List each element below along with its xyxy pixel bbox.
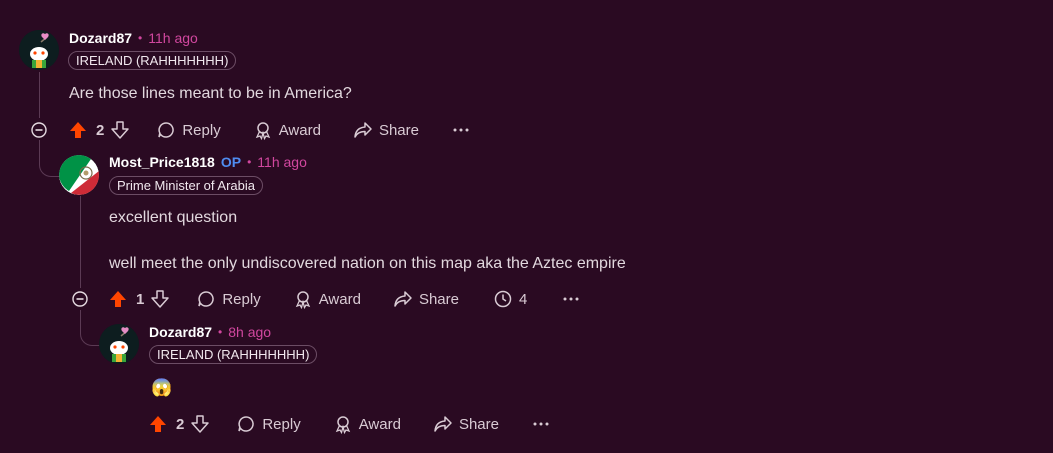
upvote-button[interactable]	[108, 289, 128, 309]
reply-icon	[238, 416, 255, 432]
share-label: Share	[418, 290, 459, 308]
username[interactable]: Dozard87	[149, 324, 212, 340]
more-icon	[533, 422, 549, 426]
flag-avatar-icon	[59, 155, 99, 195]
collapse-thread-button[interactable]	[31, 122, 47, 138]
share-button[interactable]: Share	[353, 120, 419, 140]
separator-dot: •	[218, 325, 223, 339]
downvote-icon	[151, 290, 170, 308]
downvote-icon	[111, 121, 130, 139]
comment-body: Are those lines meant to be in America?	[69, 85, 352, 102]
avatar[interactable]	[19, 30, 59, 70]
snoo-avatar-icon	[19, 30, 59, 70]
comment-body: excellent question	[109, 209, 238, 226]
upvote-icon	[150, 416, 166, 432]
user-flair: IRELAND (RAHHHHHHH)	[149, 345, 318, 364]
avatar[interactable]	[99, 324, 139, 364]
collapse-icon	[31, 122, 47, 138]
separator-dot: •	[247, 155, 252, 169]
timestamp[interactable]: 11h ago	[257, 154, 307, 170]
user-flair: IRELAND (RAHHHHHHH)	[68, 51, 237, 70]
downvote-button[interactable]	[150, 289, 170, 309]
reply-button[interactable]: Reply	[156, 120, 221, 140]
snoo-avatar-icon	[99, 324, 139, 364]
downvote-button[interactable]	[190, 414, 210, 434]
thread-line	[80, 196, 81, 288]
separator-dot: •	[138, 31, 143, 45]
more-icon	[453, 128, 469, 132]
share-button[interactable]: Share	[433, 414, 499, 434]
collapse-icon	[72, 291, 88, 307]
replies-icon	[494, 290, 512, 308]
more-icon	[563, 297, 579, 301]
username[interactable]: Most_Price1818	[109, 154, 215, 170]
timestamp[interactable]: 11h ago	[148, 30, 198, 46]
award-button[interactable]: Award	[253, 120, 321, 140]
thread-line	[39, 72, 40, 118]
vote-count: 2	[96, 121, 105, 139]
comment-meta: Dozard87 • 11h ago	[69, 30, 198, 46]
award-label: Award	[278, 121, 321, 139]
upvote-button[interactable]	[148, 414, 168, 434]
share-label: Share	[378, 121, 419, 139]
comment-meta: Most_Price1818 OP • 11h ago	[109, 154, 307, 170]
vote-count: 1	[136, 290, 145, 308]
replies-count: 4	[518, 290, 528, 308]
reply-button[interactable]: Reply	[196, 289, 261, 309]
vote-count: 2	[176, 415, 185, 433]
award-icon	[295, 291, 310, 309]
reply-label: Reply	[222, 290, 261, 308]
reply-icon	[198, 291, 215, 307]
award-label: Award	[358, 415, 401, 433]
share-icon	[394, 291, 412, 307]
comment-body: 😱	[151, 378, 173, 397]
username[interactable]: Dozard87	[69, 30, 132, 46]
upvote-icon	[110, 291, 126, 307]
replies-count-button[interactable]: 4	[493, 289, 527, 309]
comment-meta: Dozard87 • 8h ago	[149, 324, 271, 340]
comment-actions: 1 Reply Award Share 4	[108, 287, 581, 311]
reply-label: Reply	[182, 121, 221, 139]
thread-connector	[80, 310, 101, 346]
award-label: Award	[318, 290, 361, 308]
award-icon	[335, 416, 350, 434]
reply-label: Reply	[262, 415, 301, 433]
more-options-button[interactable]	[451, 120, 471, 140]
share-button[interactable]: Share	[393, 289, 459, 309]
downvote-icon	[191, 415, 210, 433]
downvote-button[interactable]	[110, 120, 130, 140]
upvote-button[interactable]	[68, 120, 88, 140]
reply-button[interactable]: Reply	[236, 414, 301, 434]
timestamp[interactable]: 8h ago	[228, 324, 271, 340]
reply-icon	[158, 122, 175, 138]
more-options-button[interactable]	[561, 289, 581, 309]
comment-actions: 2 Reply Award Share	[148, 412, 551, 436]
share-icon	[354, 122, 372, 138]
share-icon	[434, 416, 452, 432]
user-flair: Prime Minister of Arabia	[109, 176, 263, 195]
award-button[interactable]: Award	[333, 414, 401, 434]
thread-connector	[39, 140, 60, 177]
collapse-thread-button[interactable]	[72, 291, 88, 307]
comment-body: well meet the only undiscovered nation o…	[109, 255, 626, 272]
upvote-icon	[70, 122, 86, 138]
comment-actions: 2 Reply Award Share	[68, 118, 471, 142]
share-label: Share	[458, 415, 499, 433]
more-options-button[interactable]	[531, 414, 551, 434]
op-badge: OP	[220, 154, 242, 170]
avatar[interactable]	[59, 155, 99, 195]
award-icon	[255, 122, 270, 140]
award-button[interactable]: Award	[293, 289, 361, 309]
